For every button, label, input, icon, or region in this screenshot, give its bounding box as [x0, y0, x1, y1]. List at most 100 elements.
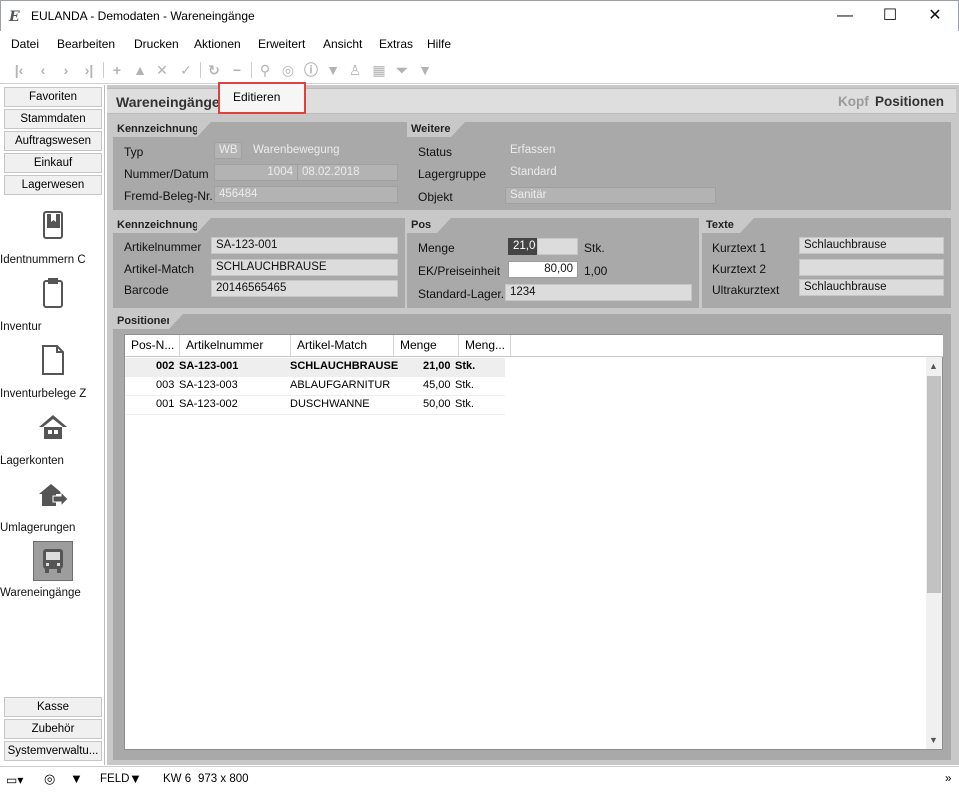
tab-positionen[interactable]: Positionen [875, 94, 944, 109]
column-header-menge[interactable]: Menge [394, 335, 459, 356]
cell-artikelnummer: SA-123-002 [179, 398, 238, 410]
ultrakurztext-label: Ultrakurztext [712, 283, 780, 297]
standard-lager-field[interactable]: 1234 [505, 284, 692, 301]
next-record-icon[interactable]: › [56, 60, 76, 80]
menge-field-rest[interactable] [537, 238, 578, 255]
standard-lager-label: Standard-Lager. [418, 287, 505, 301]
document-icon [33, 342, 73, 382]
book-icon [33, 208, 73, 248]
nav-lagerwesen[interactable]: Lagerwesen [4, 175, 102, 195]
binoculars-icon[interactable]: ⚲ [255, 60, 275, 80]
column-header-mengeneinheit[interactable]: Meng... [459, 335, 511, 356]
cell-mengeneinheit: Stk. [455, 398, 474, 410]
kurztext2-label: Kurztext 2 [712, 262, 767, 276]
ultrakurztext-field[interactable]: Schlauchbrause [799, 279, 944, 296]
warehouse-icon [33, 409, 73, 449]
title-bar: E EULANDA - Demodaten - Wareneingänge — … [0, 0, 959, 31]
barcode-field[interactable]: 20146565465 [211, 280, 398, 297]
table-row[interactable]: 001 SA-123-002 DUSCHWANNE 50,00 Stk. [125, 396, 505, 415]
pos-section-heading: Pos [407, 218, 451, 233]
table-icon[interactable]: ▦ [369, 60, 389, 80]
confirm-icon[interactable]: ✓ [176, 60, 196, 80]
menu-erweitert[interactable]: Erweitert [258, 37, 305, 51]
typ-label: Typ [124, 145, 144, 159]
scrollbar-thumb[interactable] [927, 376, 941, 593]
lagergruppe-label: Lagergruppe [418, 167, 487, 181]
nav-tile-lagerkonten[interactable]: Lagerkonten [0, 409, 105, 467]
fremd-beleg-label: Fremd-Beleg-Nr. [124, 189, 213, 203]
tab-kopf[interactable]: Kopf [838, 94, 869, 109]
column-header-pos[interactable]: Pos-N... [125, 335, 180, 356]
nav-tile-umlagerungen[interactable]: Umlagerungen [0, 476, 105, 534]
menu-drucken[interactable]: Drucken [134, 37, 179, 51]
menu-datei[interactable]: Datei [11, 37, 39, 51]
nav-tile-wareneingaenge[interactable]: Wareneingänge [0, 541, 105, 599]
column-header-artikel-match[interactable]: Artikel-Match [291, 335, 394, 356]
cell-artikelnummer: SA-123-003 [179, 379, 238, 391]
minimize-button[interactable]: — [822, 1, 868, 31]
artikel-match-field[interactable]: SCHLAUCHBRAUSE [211, 259, 398, 276]
previous-record-icon[interactable]: ‹ [33, 60, 53, 80]
target-icon[interactable]: ◎ [44, 771, 55, 787]
nav-favoriten[interactable]: Favoriten [4, 87, 102, 107]
artikel-section-heading: Kennzeichnung [113, 218, 211, 233]
cell-pos: 003 [156, 379, 175, 391]
fremd-beleg-field: 456484 [214, 186, 398, 203]
info-icon[interactable]: ⓘ [301, 60, 321, 80]
nav-tile-identnummern[interactable]: Identnummern C [0, 208, 105, 266]
nav-tile-inventurbelege[interactable]: Inventurbelege Z [0, 342, 105, 400]
resize-grip-icon[interactable]: » [945, 773, 951, 785]
nav-kasse[interactable]: Kasse [4, 697, 102, 717]
vertical-scrollbar[interactable]: ▲ ▼ [926, 357, 942, 749]
menu-hilfe[interactable]: Hilfe [427, 37, 451, 51]
window-size: 973 x 800 [198, 773, 249, 785]
dropdown-icon[interactable]: ▼ [323, 60, 343, 80]
cell-mengeneinheit: Stk. [455, 360, 476, 372]
cell-menge: 21,00 [423, 360, 451, 372]
close-button[interactable]: ✕ [912, 1, 958, 31]
target-icon[interactable]: ◎ [278, 60, 298, 80]
menu-bearbeiten[interactable]: Bearbeiten [57, 37, 115, 51]
nav-tile-inventur[interactable]: Inventur [0, 275, 105, 333]
maximize-button[interactable]: ☐ [867, 1, 913, 31]
kurztext2-field[interactable] [799, 259, 944, 276]
window-layout-icon[interactable]: ▭▾ [6, 773, 23, 787]
nav-zubehoer[interactable]: Zubehör [4, 719, 102, 739]
last-record-icon[interactable]: ›| [79, 60, 99, 80]
nav-stammdaten[interactable]: Stammdaten [4, 109, 102, 129]
barcode-label: Barcode [124, 283, 169, 297]
kurztext1-field[interactable]: Schlauchbrause [799, 237, 944, 254]
table-row[interactable]: 002 SA-123-001 SCHLAUCHBRAUSE 21,00 Stk. [125, 358, 505, 377]
delete-icon[interactable]: ✕ [152, 60, 172, 80]
nav-auftragswesen[interactable]: Auftragswesen [4, 131, 102, 151]
cell-artikel-match: ABLAUFGARNITUR [290, 379, 391, 391]
ek-field[interactable]: 80,00 [508, 261, 578, 278]
toolbar-separator [103, 62, 104, 78]
table-row[interactable]: 003 SA-123-003 ABLAUFGARNITUR 45,00 Stk. [125, 377, 505, 396]
filter-icon[interactable]: ⏷ [392, 60, 412, 80]
person-icon[interactable]: ♙ [345, 60, 365, 80]
window-title: EULANDA - Demodaten - Wareneingänge [31, 9, 255, 23]
refresh-icon[interactable]: ↻ [204, 60, 224, 80]
edit-mode-label: Editieren [233, 90, 281, 104]
artikelnummer-field[interactable]: SA-123-001 [211, 237, 398, 254]
menu-aktionen[interactable]: Aktionen [194, 37, 241, 51]
edit-mode-indicator[interactable]: Editieren [218, 82, 306, 114]
add-icon[interactable]: + [107, 60, 127, 80]
column-header-artikelnummer[interactable]: Artikelnummer [180, 335, 291, 356]
scroll-up-icon[interactable]: ▲ [929, 361, 938, 371]
field-dropdown-icon[interactable]: ▼ [129, 771, 142, 786]
menu-ansicht[interactable]: Ansicht [323, 37, 362, 51]
menge-field[interactable]: 21,00 [508, 238, 537, 255]
nav-tile-label: Lagerkonten [0, 455, 64, 467]
nav-einkauf[interactable]: Einkauf [4, 153, 102, 173]
menu-extras[interactable]: Extras [379, 37, 413, 51]
scroll-down-icon[interactable]: ▼ [929, 735, 938, 745]
nav-systemverwaltung[interactable]: Systemverwaltu... [4, 741, 102, 761]
more-dropdown-icon[interactable]: ▼ [415, 60, 435, 80]
dropdown-icon[interactable]: ▼ [70, 771, 83, 786]
nav-tile-label: Umlagerungen [0, 522, 76, 534]
up-icon[interactable]: ▲ [130, 60, 150, 80]
minus-icon[interactable]: − [227, 60, 247, 80]
first-record-icon[interactable]: |‹ [9, 60, 29, 80]
